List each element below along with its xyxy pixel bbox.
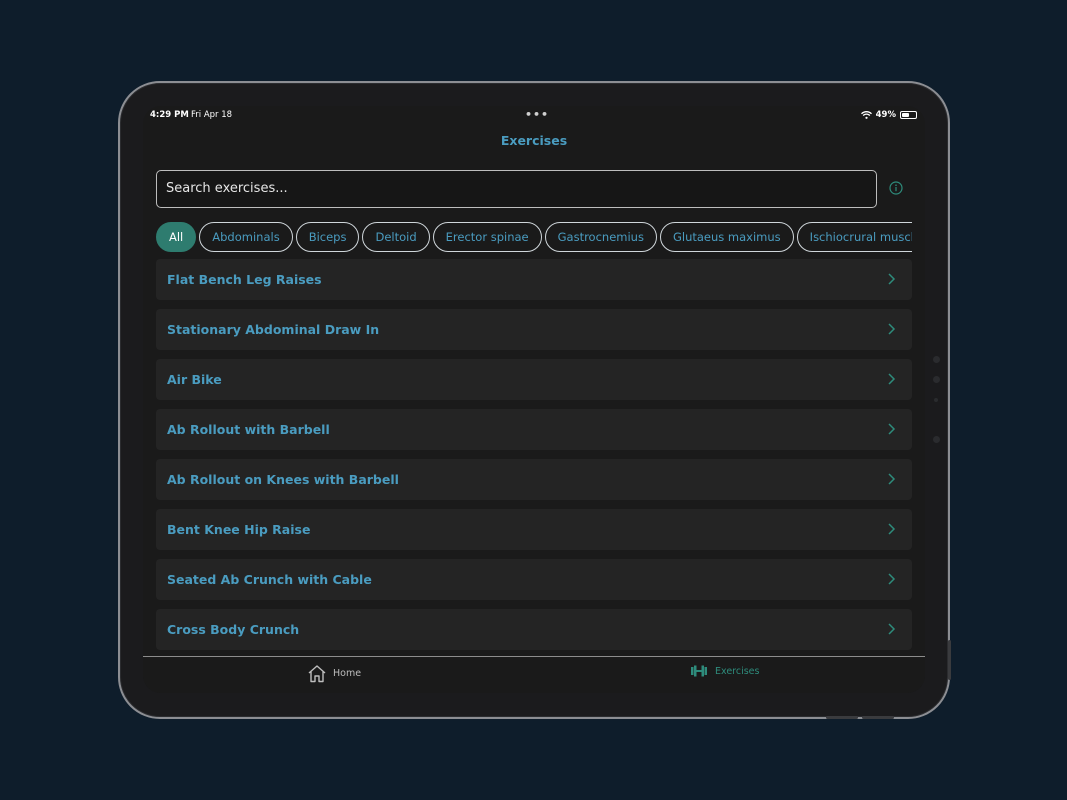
exercise-name: Ab Rollout on Knees with Barbell <box>167 472 399 487</box>
top-button-2 <box>862 716 894 719</box>
exercise-row[interactable]: Bent Knee Hip Raise <box>156 509 912 550</box>
top-button <box>826 716 858 719</box>
exercise-row[interactable]: Air Bike <box>156 359 912 400</box>
chevron-right-icon <box>888 523 896 535</box>
search-input[interactable]: Search exercises... <box>156 170 877 208</box>
exercise-row[interactable]: Seated Ab Crunch with Cable <box>156 559 912 600</box>
exercise-list: Flat Bench Leg Raises Stationary Abdomina… <box>156 259 912 655</box>
app-screen: 4:29 PM Fri Apr 18 ••• 49% Exercises Sea… <box>143 106 925 693</box>
filter-chip[interactable]: Abdominals <box>199 222 293 252</box>
info-icon[interactable] <box>889 181 903 195</box>
tab-exercises-label: Exercises <box>715 665 760 677</box>
exercise-row[interactable]: Flat Bench Leg Raises <box>156 259 912 300</box>
filter-chip[interactable]: Gastrocnemius <box>544 222 657 252</box>
exercise-name: Air Bike <box>167 372 222 387</box>
status-time: 4:29 PM <box>150 110 189 120</box>
exercise-name: Seated Ab Crunch with Cable <box>167 572 372 587</box>
filter-chip[interactable]: Biceps <box>295 222 360 252</box>
filter-chip[interactable]: Ischiocrural muscles <box>796 222 912 252</box>
chevron-right-icon <box>888 373 896 385</box>
tab-bar: Home Exercises <box>143 656 925 693</box>
exercise-row[interactable]: Ab Rollout with Barbell <box>156 409 912 450</box>
multitasking-dots[interactable]: ••• <box>525 108 549 121</box>
exercise-row[interactable]: Cross Body Crunch <box>156 609 912 650</box>
chevron-right-icon <box>888 323 896 335</box>
volume-up-button <box>948 640 951 680</box>
status-date: Fri Apr 18 <box>191 110 233 120</box>
filter-chip[interactable]: All <box>156 222 197 252</box>
battery-icon <box>900 111 917 119</box>
exercise-name: Ab Rollout with Barbell <box>167 422 330 437</box>
camera-dot <box>934 398 938 402</box>
battery-percent: 49% <box>875 110 896 120</box>
wifi-icon <box>860 111 872 119</box>
filter-chip[interactable]: Erector spinae <box>432 222 542 252</box>
camera-dot <box>933 376 940 383</box>
exercise-row[interactable]: Stationary Abdominal Draw In <box>156 309 912 350</box>
filter-chip[interactable]: Deltoid <box>362 222 430 252</box>
tab-home-label: Home <box>333 668 362 679</box>
exercise-row[interactable]: Ab Rollout on Knees with Barbell <box>156 459 912 500</box>
status-right: 49% <box>860 110 917 120</box>
chevron-right-icon <box>888 573 896 585</box>
chevron-right-icon <box>888 273 896 285</box>
tab-exercises[interactable]: Exercises <box>689 664 759 678</box>
chevron-right-icon <box>888 473 896 485</box>
exercise-name: Flat Bench Leg Raises <box>167 272 322 287</box>
dumbbell-icon <box>691 665 707 677</box>
muscle-filter-chips: All Abdominals Biceps Deltoid Erector spinae… <box>156 222 912 254</box>
chevron-right-icon <box>888 423 896 435</box>
filter-chip[interactable]: Glutaeus maximus <box>659 222 794 252</box>
home-icon <box>308 665 326 683</box>
page-title: Exercises <box>500 133 568 148</box>
exercise-name: Stationary Abdominal Draw In <box>167 322 380 337</box>
camera-dot <box>933 356 940 363</box>
status-bar: 4:29 PM Fri Apr 18 ••• 49% <box>143 106 925 124</box>
camera-dot <box>933 436 940 443</box>
exercise-name: Bent Knee Hip Raise <box>167 522 311 537</box>
tab-home[interactable]: Home <box>307 664 361 683</box>
exercise-name: Cross Body Crunch <box>167 622 300 637</box>
chevron-right-icon <box>888 623 896 635</box>
